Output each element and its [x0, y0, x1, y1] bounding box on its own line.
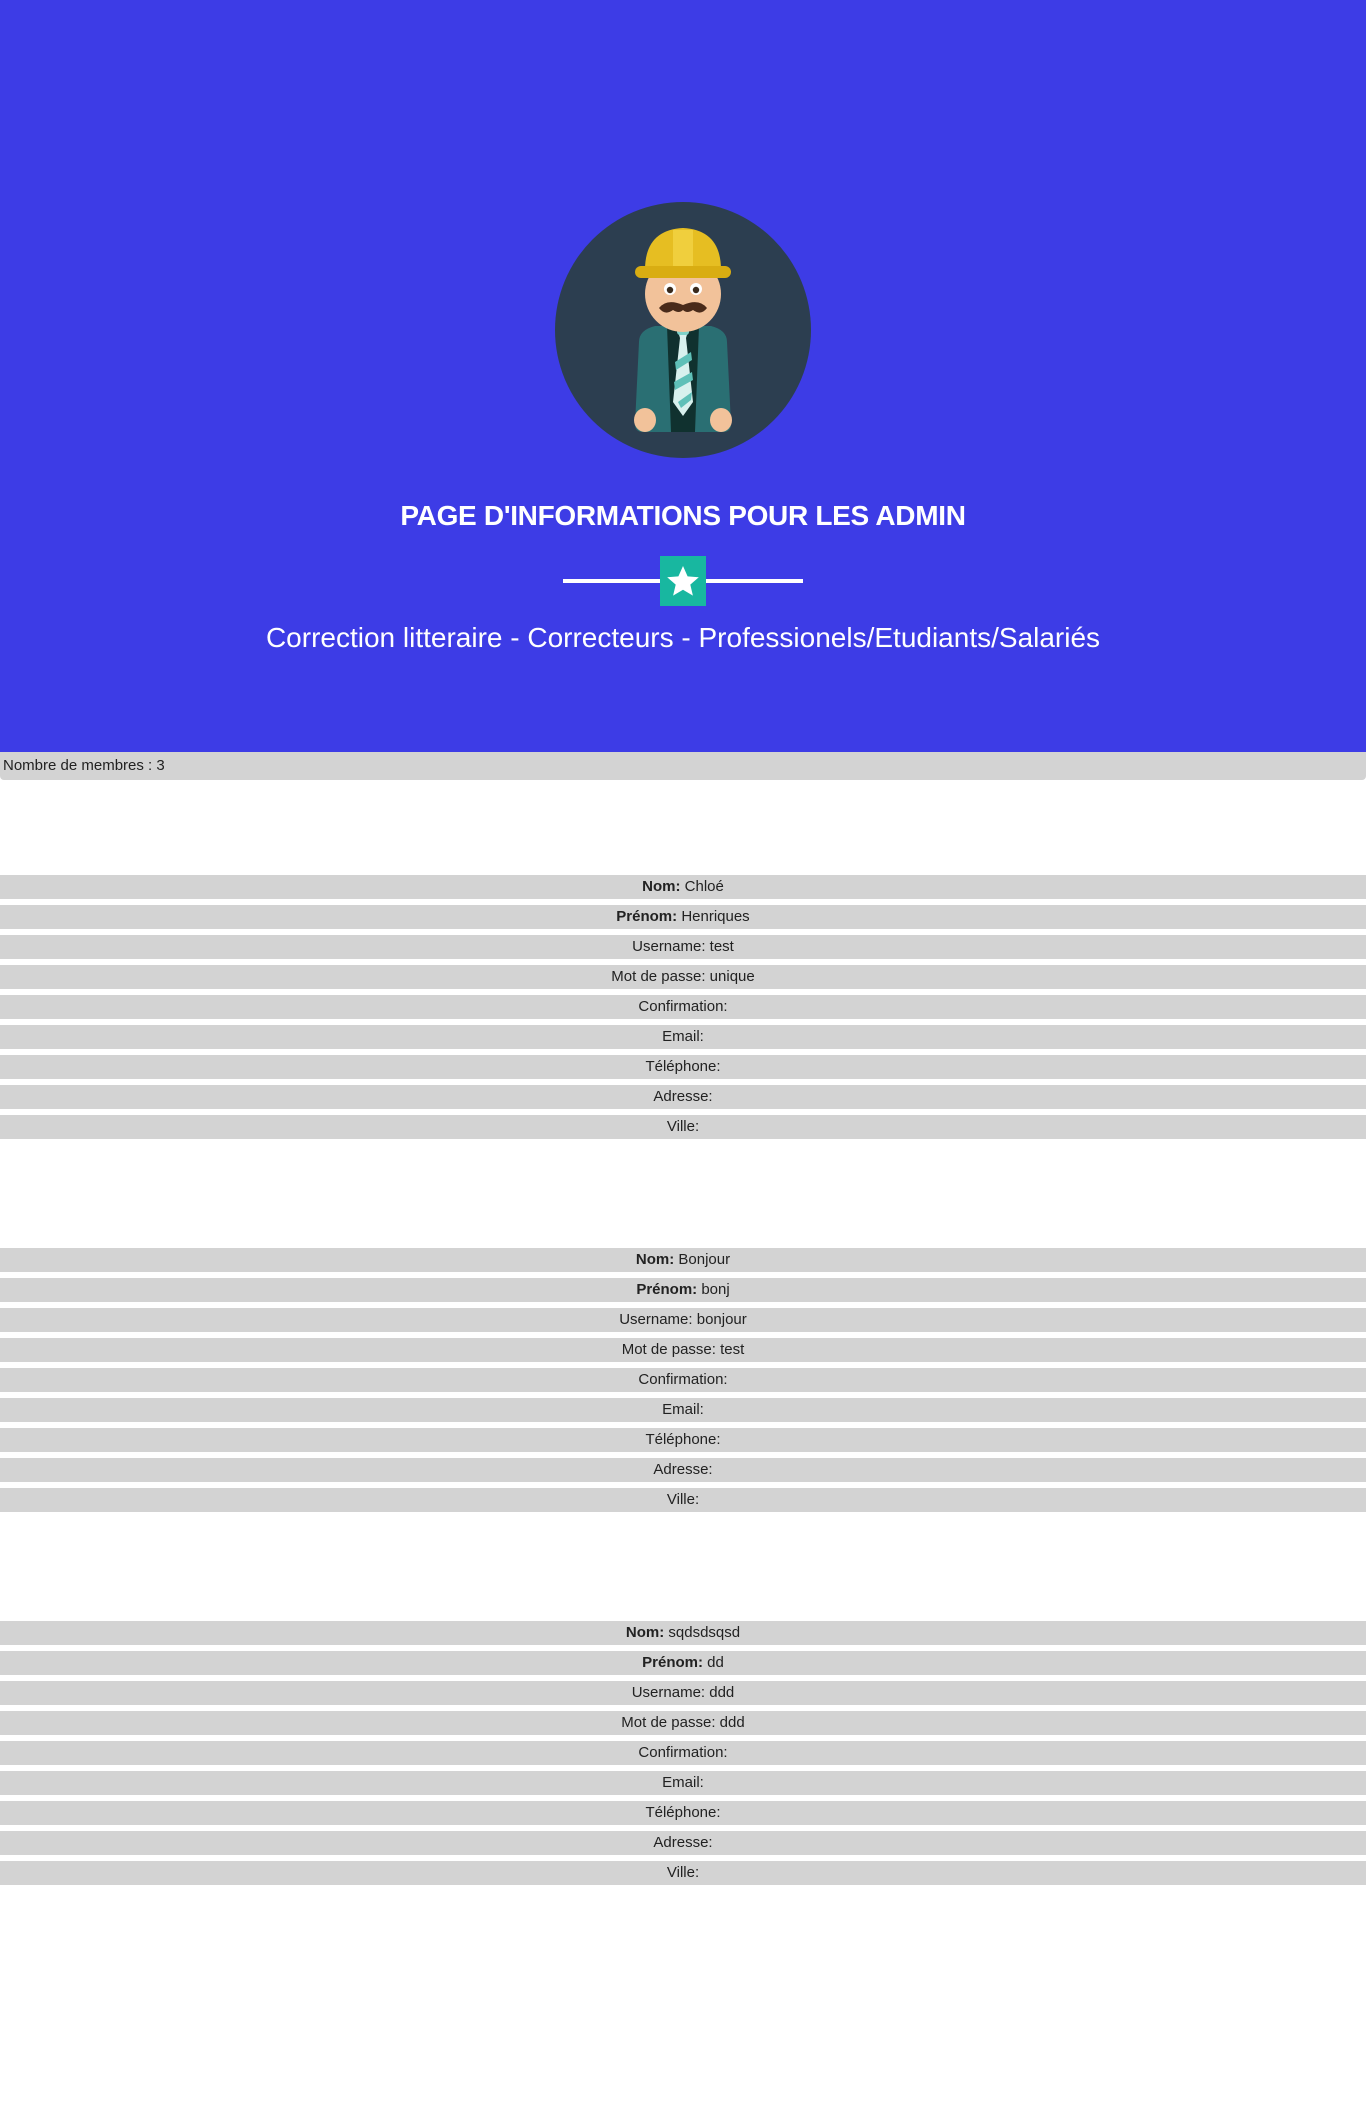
field-adresse: Adresse:: [0, 1458, 1366, 1482]
field-email: Email:: [0, 1025, 1366, 1049]
divider-line-right: [706, 579, 803, 583]
member-card: Nom: Chloé Prénom: Henriques Username: t…: [0, 780, 1366, 1139]
field-password: Mot de passe: unique: [0, 965, 1366, 989]
field-telephone: Téléphone:: [0, 1055, 1366, 1079]
field-email: Email:: [0, 1771, 1366, 1795]
field-ville: Ville:: [0, 1861, 1366, 1885]
field-label: Username:: [632, 938, 706, 955]
field-ville: Ville:: [0, 1488, 1366, 1512]
field-label: Nom:: [635, 1251, 675, 1268]
field-nom: Nom: Chloé: [0, 875, 1366, 899]
field-prenom: Prénom: bonj: [0, 1278, 1366, 1302]
field-value: ddd: [709, 1684, 735, 1701]
field-password: Mot de passe: test: [0, 1338, 1366, 1362]
field-value: sqdsdsqsd: [668, 1624, 741, 1641]
field-label: Email:: [662, 1774, 704, 1791]
page-footer-space: [0, 1891, 1366, 2091]
field-value: bonj: [701, 1281, 730, 1298]
field-password: Mot de passe: ddd: [0, 1711, 1366, 1735]
avatar: [555, 202, 811, 458]
star-badge: [660, 556, 706, 606]
field-label: Ville:: [666, 1491, 700, 1508]
field-ville: Ville:: [0, 1115, 1366, 1139]
member-card: Nom: sqdsdsqsd Prénom: dd Username: ddd …: [0, 1518, 1366, 1885]
field-label: Adresse:: [653, 1834, 713, 1851]
page-title: PAGE D'INFORMATIONS POUR LES ADMIN: [400, 500, 966, 531]
field-value: Chloé: [684, 878, 724, 895]
field-value: Henriques: [681, 908, 750, 925]
field-label: Téléphone:: [645, 1431, 721, 1448]
field-adresse: Adresse:: [0, 1831, 1366, 1855]
field-value: unique: [709, 968, 755, 985]
field-label: Email:: [662, 1028, 704, 1045]
field-label: Username:: [619, 1311, 693, 1328]
field-value: Bonjour: [678, 1251, 731, 1268]
field-confirmation: Confirmation:: [0, 1368, 1366, 1392]
field-username: Username: ddd: [0, 1681, 1366, 1705]
title-divider: [563, 556, 803, 606]
field-label: Prénom:: [616, 908, 678, 925]
field-label: Mot de passe:: [611, 968, 706, 985]
field-label: Username:: [631, 1684, 706, 1701]
field-username: Username: bonjour: [0, 1308, 1366, 1332]
field-label: Confirmation:: [638, 998, 728, 1015]
hero-header: PAGE D'INFORMATIONS POUR LES ADMIN Corre…: [0, 0, 1366, 752]
field-email: Email:: [0, 1398, 1366, 1422]
field-label: Mot de passe:: [621, 1341, 716, 1358]
field-value: test: [709, 938, 734, 955]
field-label: Ville:: [666, 1864, 700, 1881]
field-label: Téléphone:: [645, 1058, 721, 1075]
field-confirmation: Confirmation:: [0, 995, 1366, 1019]
field-label: Prénom:: [636, 1281, 698, 1298]
page-subtitle: Correction litteraire - Correcteurs - Pr…: [265, 622, 1101, 653]
worker-avatar-icon: [555, 202, 811, 458]
field-value: bonjour: [696, 1311, 747, 1328]
field-label: Téléphone:: [645, 1804, 721, 1821]
field-nom: Nom: sqdsdsqsd: [0, 1621, 1366, 1645]
field-label: Nom:: [625, 1624, 665, 1641]
field-label: Email:: [662, 1401, 704, 1418]
field-adresse: Adresse:: [0, 1085, 1366, 1109]
field-value: dd: [707, 1654, 724, 1671]
field-label: Prénom:: [642, 1654, 703, 1671]
field-label: Nom:: [642, 878, 681, 895]
field-label: Confirmation:: [638, 1744, 728, 1761]
members-list: Nom: Chloé Prénom: Henriques Username: t…: [0, 780, 1366, 2091]
field-nom: Nom: Bonjour: [0, 1248, 1366, 1272]
field-telephone: Téléphone:: [0, 1801, 1366, 1825]
member-count: Nombre de membres : 3: [0, 752, 1366, 780]
field-value: test: [720, 1341, 745, 1358]
field-label: Ville:: [666, 1118, 700, 1135]
star-icon: [667, 566, 699, 596]
field-label: Adresse:: [653, 1461, 713, 1478]
divider-line-left: [563, 579, 660, 583]
field-label: Mot de passe:: [621, 1714, 716, 1731]
member-card: Nom: Bonjour Prénom: bonj Username: bonj…: [0, 1145, 1366, 1512]
field-prenom: Prénom: dd: [0, 1651, 1366, 1675]
field-username: Username: test: [0, 935, 1366, 959]
field-label: Adresse:: [653, 1088, 713, 1105]
field-label: Confirmation:: [638, 1371, 728, 1388]
field-telephone: Téléphone:: [0, 1428, 1366, 1452]
field-confirmation: Confirmation:: [0, 1741, 1366, 1765]
field-value: ddd: [719, 1714, 745, 1731]
field-prenom: Prénom: Henriques: [0, 905, 1366, 929]
